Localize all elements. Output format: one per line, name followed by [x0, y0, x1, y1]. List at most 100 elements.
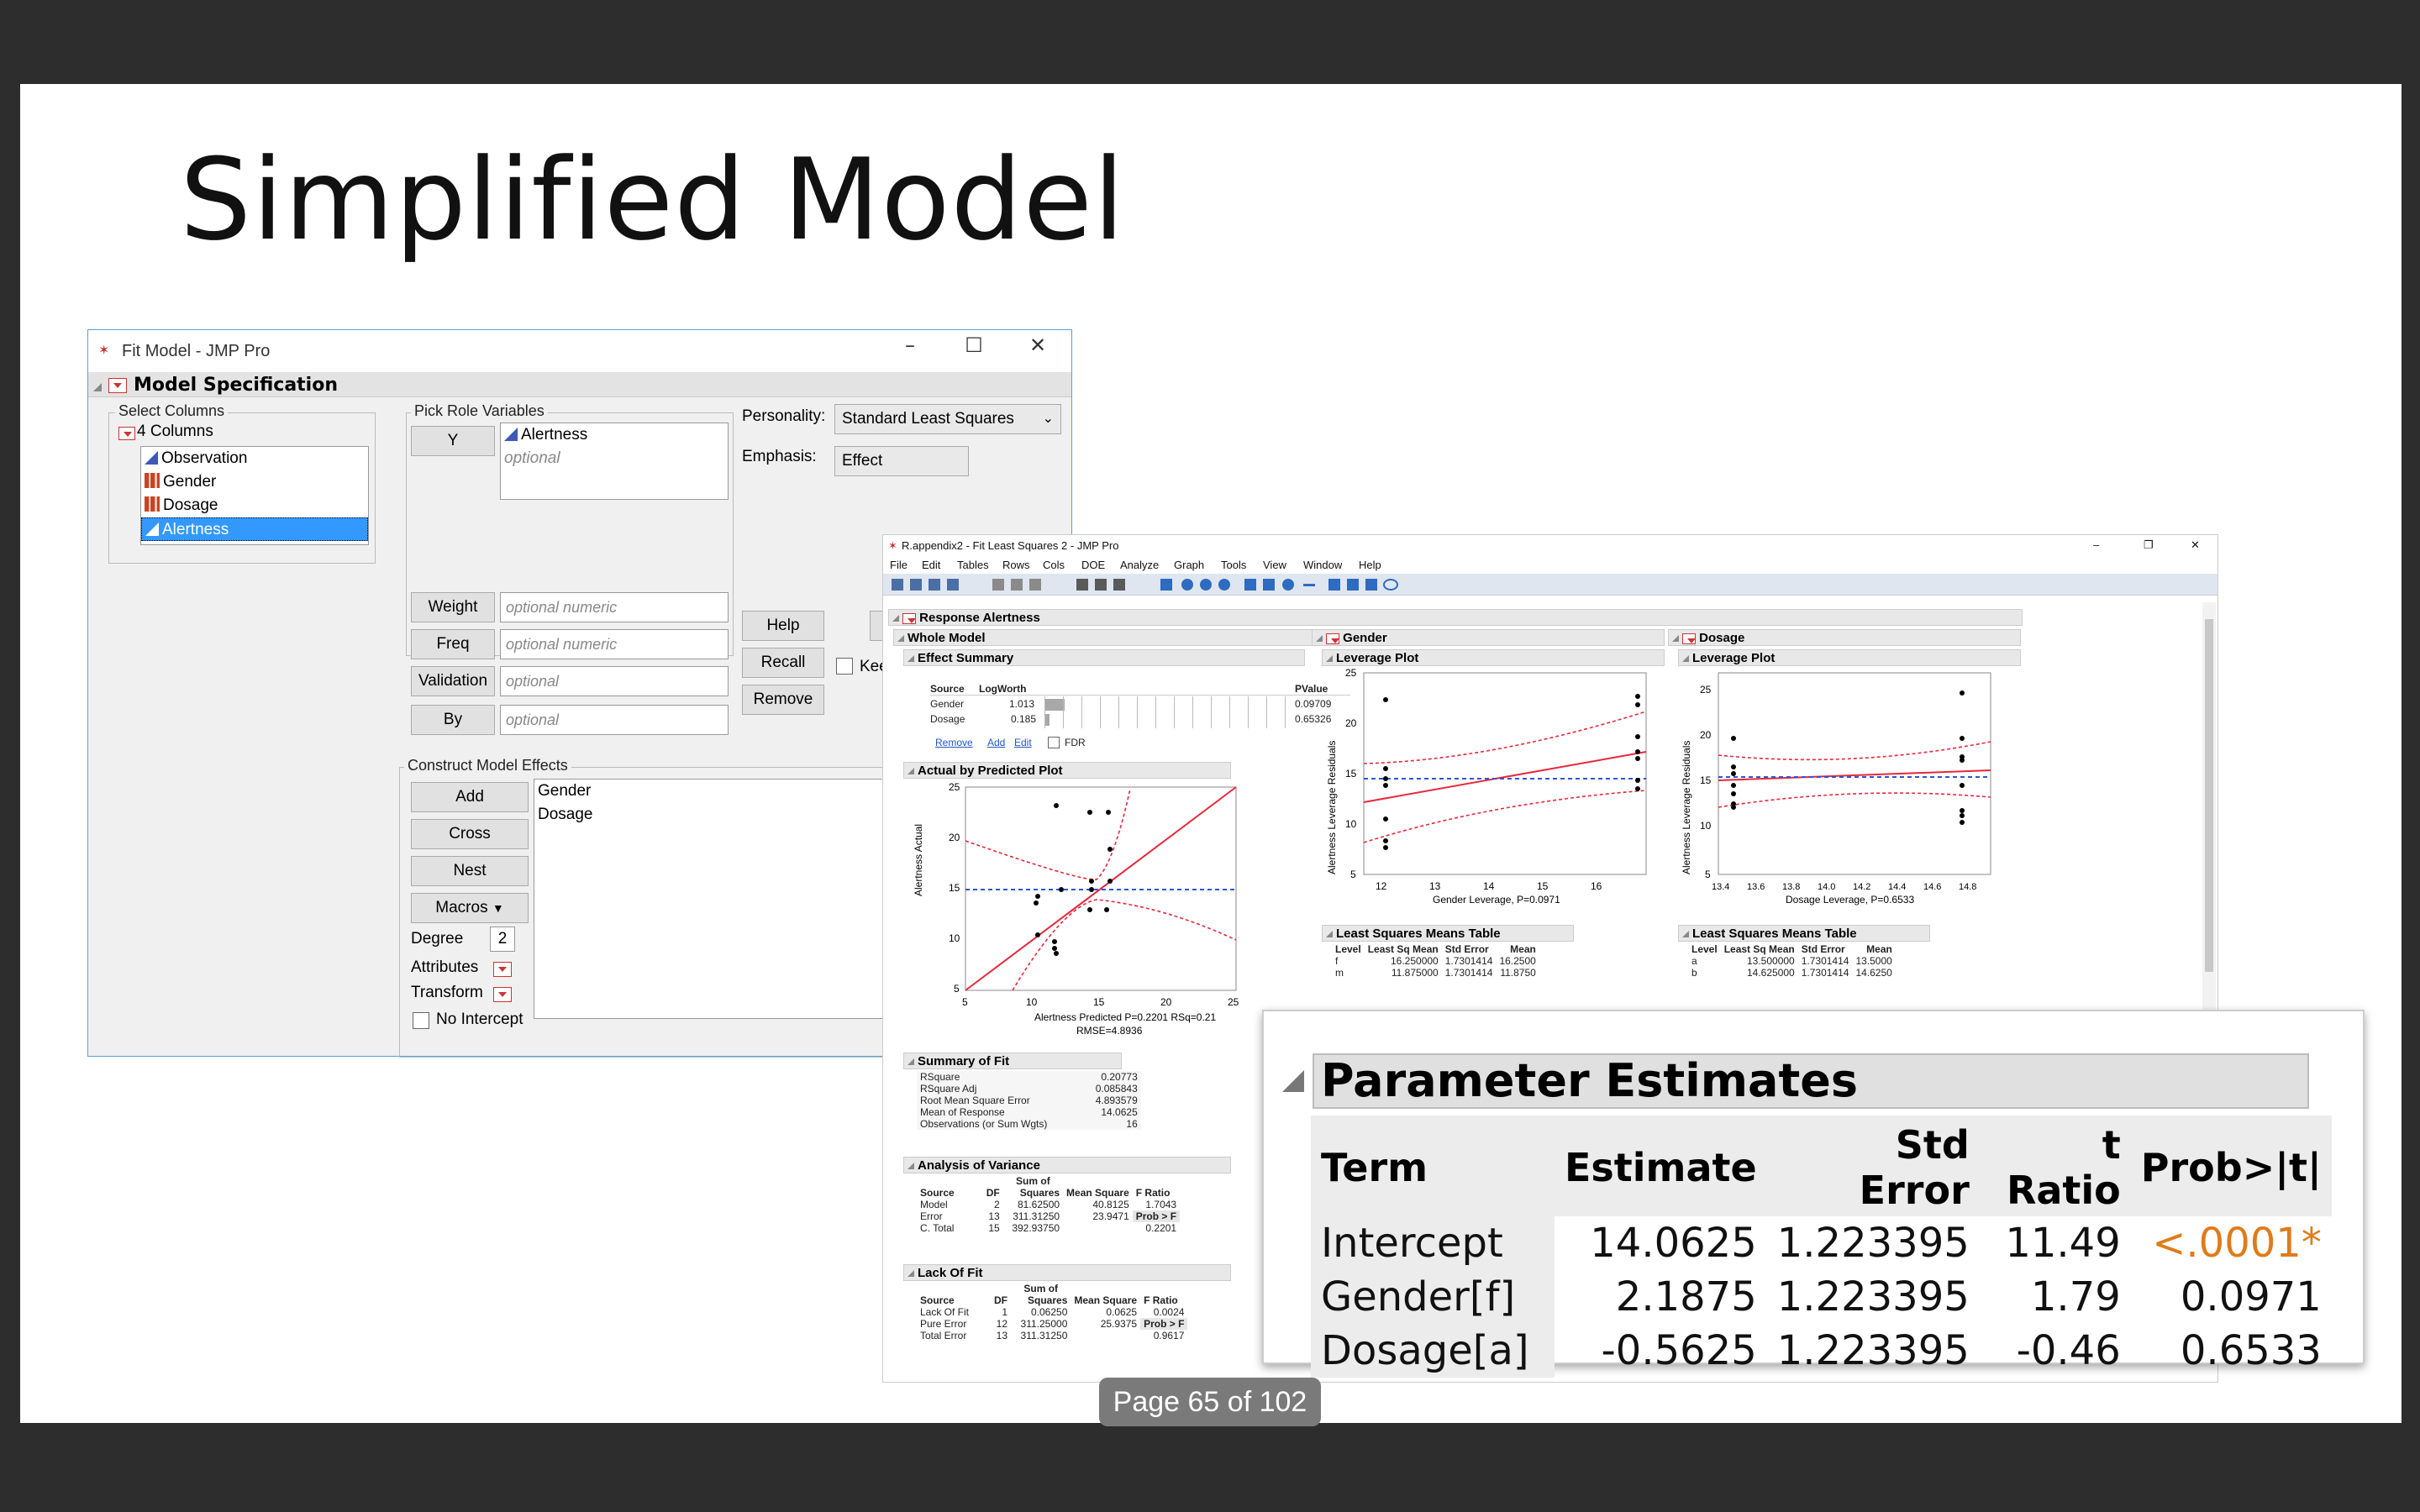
y-button[interactable]: Y: [411, 426, 495, 456]
fdr-checkbox[interactable]: [1048, 737, 1060, 748]
anova-header-cell: Source: [920, 1187, 955, 1199]
edit-link[interactable]: Edit: [1014, 737, 1032, 748]
attributes-red-triangle-icon[interactable]: [493, 960, 512, 977]
lsm-header-cell: Least Sq Mean: [1723, 943, 1795, 955]
degree-field[interactable]: 2: [490, 927, 515, 952]
continuous-icon: [145, 451, 158, 465]
add-link[interactable]: Add: [987, 737, 1005, 748]
red-triangle-menu-icon[interactable]: [1326, 633, 1339, 644]
anova-header-cell: Mean Square: [1066, 1187, 1129, 1199]
columns-list[interactable]: Observation Gender Dosage Alertness: [140, 446, 369, 545]
menu-file[interactable]: File: [890, 559, 908, 571]
anova-header-cell: F Ratio: [1135, 1187, 1171, 1199]
anova-cell: 2: [994, 1199, 1000, 1210]
data-point: [1960, 758, 1965, 763]
personality-select[interactable]: Standard Least Squares ⌄: [834, 404, 1061, 434]
menu-help[interactable]: Help: [1359, 559, 1381, 571]
menu-cols[interactable]: Cols: [1043, 559, 1065, 571]
help-button[interactable]: Help: [742, 611, 824, 641]
degree-label: Degree: [411, 930, 464, 948]
lof-header-cell: Squares: [1028, 1294, 1068, 1306]
emphasis-select[interactable]: Effect: [834, 446, 969, 476]
lof-header-cell: DF: [994, 1294, 1008, 1306]
transform-red-triangle-icon[interactable]: [493, 985, 512, 1002]
table-row: Intercept 14.0625 1.223395 11.49 <.0001*: [1311, 1216, 2332, 1270]
empty-cell: [1071, 1283, 1140, 1294]
y-tick: 20: [1700, 729, 1712, 741]
lof-cell: [1071, 1330, 1140, 1341]
close-button[interactable]: ✕: [2191, 538, 2200, 552]
columns-red-triangle-icon[interactable]: [118, 424, 135, 440]
maximize-button[interactable]: ☐: [957, 333, 991, 357]
x-tick: 14.0: [1818, 882, 1835, 892]
lof-cell: 13: [996, 1330, 1008, 1341]
remove-button[interactable]: Remove: [742, 685, 824, 715]
column-gender[interactable]: Gender: [141, 470, 368, 494]
anova-cell: 23.9471: [1092, 1210, 1129, 1222]
menu-analyze[interactable]: Analyze: [1120, 559, 1159, 571]
menu-edit[interactable]: Edit: [922, 559, 940, 571]
keep-dialog-checkbox[interactable]: [836, 658, 853, 675]
no-intercept-checkbox[interactable]: [413, 1012, 429, 1029]
summary-of-fit-header: Summary of Fit: [903, 1053, 1122, 1069]
empty-cell: [917, 1175, 958, 1187]
pe-estimate: 2.1875: [1615, 1273, 1757, 1320]
toolbar-icons[interactable]: [883, 574, 1488, 596]
y-tick: 25: [949, 781, 960, 793]
column-alertness-selected[interactable]: Alertness: [141, 517, 368, 541]
scrollbar-thumb[interactable]: [2205, 619, 2213, 972]
personality-label: Personality:: [742, 407, 826, 425]
lack-of-fit-table: Sum of Source DF Squares Mean Square F Ratio…: [917, 1283, 1188, 1341]
red-triangle-menu-icon[interactable]: [902, 612, 916, 624]
freq-button[interactable]: Freq: [411, 629, 495, 659]
nominal-icon: [145, 496, 160, 512]
nest-button[interactable]: Nest: [411, 856, 529, 886]
anova-cell: C. Total: [920, 1222, 955, 1234]
menu-tools[interactable]: Tools: [1221, 559, 1246, 571]
data-point: [1107, 847, 1113, 852]
x-tick: 20: [1160, 996, 1172, 1008]
sof-value: 14.0625: [1101, 1106, 1138, 1118]
data-point: [1635, 756, 1640, 761]
data-point: [1731, 783, 1736, 788]
red-triangle-menu-icon[interactable]: [1682, 633, 1696, 644]
menu-doe[interactable]: DOE: [1081, 559, 1105, 571]
data-point: [1034, 900, 1039, 906]
y-tick: 10: [1345, 818, 1357, 830]
remove-link[interactable]: Remove: [935, 737, 973, 748]
data-point: [1054, 951, 1059, 956]
cross-button[interactable]: Cross: [411, 819, 529, 849]
menu-rows[interactable]: Rows: [1002, 559, 1030, 571]
columns-count: 4 Columns: [137, 423, 213, 440]
red-triangle-menu-icon[interactable]: [108, 376, 127, 393]
restore-button[interactable]: ❐: [2144, 538, 2154, 552]
y-role-list[interactable]: Alertness optional: [500, 423, 729, 500]
macros-button[interactable]: Macros ▼: [411, 893, 529, 923]
anova-header-cell: DF: [986, 1187, 1000, 1199]
validation-button[interactable]: Validation: [411, 666, 495, 696]
weight-field[interactable]: optional numeric: [500, 592, 729, 622]
no-intercept-label: No Intercept: [436, 1011, 523, 1028]
freq-field[interactable]: optional numeric: [500, 629, 729, 659]
lsm-cell: 1.7301414: [1444, 967, 1493, 979]
recall-button[interactable]: Recall: [742, 648, 824, 678]
column-dosage[interactable]: Dosage: [141, 494, 368, 517]
column-observation[interactable]: Observation: [141, 447, 368, 470]
by-button[interactable]: By: [411, 705, 495, 735]
add-effect-button[interactable]: Add: [411, 782, 529, 812]
by-field[interactable]: optional: [500, 705, 729, 735]
validation-field[interactable]: optional: [500, 666, 729, 696]
y-tick: 20: [949, 832, 960, 843]
menu-tables[interactable]: Tables: [957, 559, 989, 571]
disclosure-icon[interactable]: [93, 379, 107, 395]
menu-window[interactable]: Window: [1303, 559, 1342, 571]
weight-button[interactable]: Weight: [411, 592, 495, 622]
menu-view[interactable]: View: [1263, 559, 1286, 571]
minimize-button[interactable]: –: [2093, 538, 2099, 551]
disclosure-icon[interactable]: [1282, 1070, 1309, 1095]
menu-graph[interactable]: Graph: [1174, 559, 1204, 571]
y-tick: 5: [954, 983, 960, 995]
close-button[interactable]: ✕: [1021, 333, 1055, 357]
minimize-button[interactable]: –: [893, 333, 927, 357]
data-point: [1383, 766, 1388, 771]
